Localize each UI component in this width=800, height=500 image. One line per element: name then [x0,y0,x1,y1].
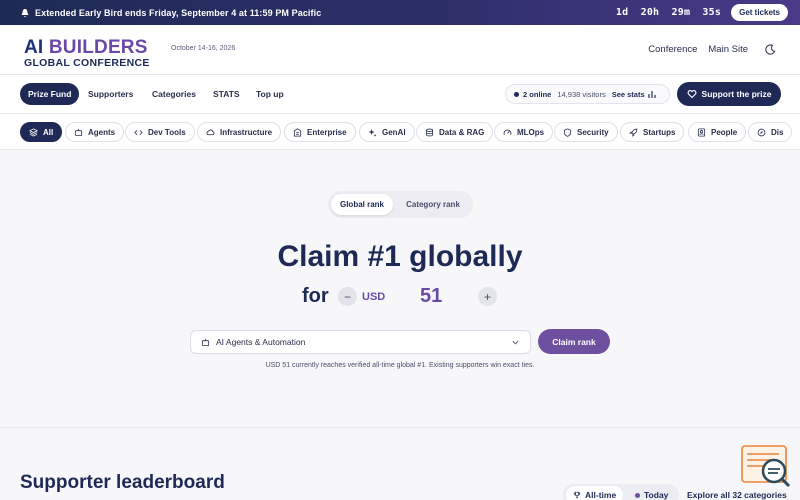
increase-amount-button[interactable]: + [478,287,497,306]
chip-all[interactable]: All [20,122,63,142]
online-count: 2 online [523,89,552,99]
chip-mlops[interactable]: MLOps [494,122,554,142]
logo-word-ai: AI [24,37,44,58]
compass-icon [757,128,766,136]
online-dot-icon [514,91,519,97]
tab-global-rank[interactable]: Global rank [331,194,393,215]
nav-tab-supporters[interactable]: Supporters [88,83,133,105]
countdown-hours: 20h [640,7,660,18]
currency-label: USD [362,291,386,303]
site-header: AI BUILDERS GLOBAL CONFERENCE October 14… [0,25,800,75]
bell-icon [21,8,29,17]
visitor-stats[interactable]: 2 online 14,938 visitors See stats [505,84,670,104]
nav-tab-categories[interactable]: Categories [152,83,196,105]
chip-people[interactable]: People [688,122,747,142]
see-stats-link[interactable]: See stats [612,90,645,99]
chip-infrastructure[interactable]: Infrastructure [197,122,282,142]
gauge-icon [503,129,512,135]
chip-genai[interactable]: GenAI [359,122,415,142]
countdown-seconds: 35s [702,7,722,18]
robot-icon [201,338,210,346]
nav-tab-prize-fund[interactable]: Prize Fund [20,83,80,105]
support-prize-label: Support the prize [701,89,772,99]
person-badge-icon [697,127,706,137]
explore-categories-link[interactable]: Explore all 32 categories [687,490,787,500]
claim-hint: USD 51 currently reaches verified all-ti… [265,362,535,369]
main-nav: Prize Fund Supporters Categories STATS T… [0,75,800,114]
shield-icon [563,127,572,137]
robot-icon [74,128,83,136]
sparkles-icon [368,128,377,137]
countdown-days: 1d [615,7,629,18]
tab-category-rank[interactable]: Category rank [396,194,470,215]
support-prize-button[interactable]: Support the prize [677,82,781,106]
category-select-value: AI Agents & Automation [216,337,306,347]
countdown-minutes: 29m [671,7,691,18]
decrease-amount-button[interactable]: − [338,287,357,306]
leaderboard-period-toggle: All-time Today [563,484,679,500]
banner-message: Extended Early Bird ends Friday, Septemb… [35,7,322,18]
cloud-icon [206,129,215,135]
get-tickets-button[interactable]: Get tickets [731,4,788,21]
chip-label: People [711,127,738,137]
today-dot-icon [635,492,640,498]
announcement-banner: Extended Early Bird ends Friday, Septemb… [0,0,800,25]
nav-link-main-site[interactable]: Main Site [708,44,748,55]
building-icon [293,127,302,137]
tab-today[interactable]: Today [628,486,675,500]
chevron-down-icon [512,340,519,345]
amount-value[interactable]: 51 [420,285,442,308]
rocket-icon [629,128,638,137]
amount-row: for − USD 51 + [0,285,800,309]
claim-rank-button[interactable]: Claim rank [538,329,610,354]
chip-label: Infrastructure [220,127,273,137]
chip-label: Enterprise [307,127,347,137]
nav-link-conference[interactable]: Conference [648,44,697,55]
chip-startups[interactable]: Startups [620,122,685,142]
chip-label: GenAI [382,127,406,137]
section-divider [0,427,800,428]
chip-data-rag[interactable]: Data & RAG [416,122,494,142]
rank-mode-toggle: Global rank Category rank [328,191,473,218]
chip-label: MLOps [517,127,545,137]
chip-label: Security [577,127,609,137]
category-chips: All Agents Dev Tools Infrastructure Ente… [0,114,800,150]
chip-label: All [43,127,54,137]
feedback-widget-icon[interactable] [741,444,791,488]
visitor-count: 14,938 visitors [557,89,606,99]
code-icon [134,129,143,135]
category-select[interactable]: AI Agents & Automation [190,330,531,354]
logo[interactable]: AI BUILDERS GLOBAL CONFERENCE [24,38,150,69]
trophy-icon [573,491,581,499]
event-dates: October 14-16, 2026 [171,45,236,52]
nav-tab-top-up[interactable]: Top up [256,83,284,105]
tab-all-time[interactable]: All-time [566,486,624,500]
bar-chart-icon [648,90,656,98]
logo-subtitle: GLOBAL CONFERENCE [24,57,150,69]
header-nav: Conference Main Site [648,44,748,55]
chip-agents[interactable]: Agents [65,122,125,142]
heart-icon [687,90,696,99]
database-icon [425,128,434,136]
chip-label: Data & RAG [439,127,485,137]
for-label: for [302,285,329,307]
chip-label: Dev Tools [148,127,186,137]
hero-title: Claim #1 globally [277,240,523,273]
countdown-timer: 1d 20h 29m 35s [610,7,721,18]
nav-tab-stats[interactable]: STATS [213,83,240,105]
chip-dev-tools[interactable]: Dev Tools [125,122,195,142]
chip-security[interactable]: Security [554,122,618,142]
chip-label: Startups [643,127,676,137]
chip-dis[interactable]: Dis [748,122,793,142]
tab-today-label: Today [644,490,669,500]
leaderboard-title: Supporter leaderboard [20,472,225,493]
layers-icon [29,127,38,137]
tab-all-time-label: All-time [585,490,617,500]
logo-word-builders: BUILDERS [48,37,148,58]
moon-icon[interactable] [765,44,776,55]
chip-label: Agents [88,127,116,137]
chip-label: Dis [771,127,784,137]
chip-enterprise[interactable]: Enterprise [284,122,356,142]
